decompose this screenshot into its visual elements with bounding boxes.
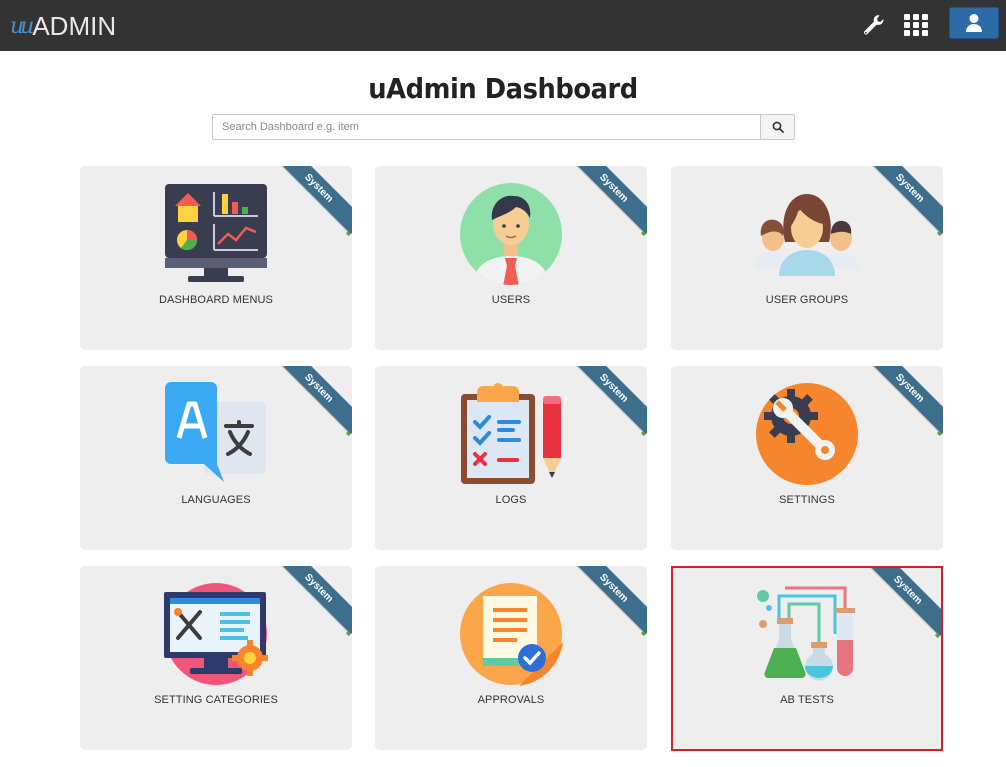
search-icon (772, 121, 784, 133)
dashboard-monitor-icon (165, 184, 267, 282)
system-ribbon: System (273, 566, 352, 634)
system-ribbon: System (864, 366, 943, 434)
card-settings[interactable]: System SETTINGS (671, 366, 943, 550)
card-label: USER GROUPS (765, 294, 849, 306)
card-dashboard-menus[interactable]: System DASHBOARD MENUS (80, 166, 352, 350)
user-group-icon (755, 194, 859, 276)
system-ribbon: System (862, 568, 941, 636)
system-ribbon: System (864, 166, 943, 234)
top-navbar: uu ADMIN (0, 0, 1006, 51)
system-ribbon: System (568, 366, 647, 434)
approval-document-icon (460, 583, 563, 686)
card-label: AB TESTS (780, 694, 834, 706)
grid-icon[interactable] (903, 13, 929, 37)
system-ribbon: System (568, 166, 647, 234)
settings-gear-wrench-icon (756, 383, 858, 485)
system-ribbon: System (273, 166, 352, 234)
page-title: uAdmin Dashboard (368, 72, 638, 105)
card-languages[interactable]: System LANGUAGES (80, 366, 352, 550)
user-icon (966, 14, 982, 32)
wrench-icon[interactable] (860, 12, 886, 38)
card-label: SETTING CATEGORIES (154, 694, 278, 706)
card-label: SETTINGS (779, 494, 835, 506)
card-label: LANGUAGES (181, 494, 251, 506)
search-button[interactable] (760, 114, 795, 140)
search-bar (212, 114, 795, 140)
card-logs[interactable]: System LOGS (375, 366, 647, 550)
card-setting-categories[interactable]: System SETTING CATEGORIES (80, 566, 352, 750)
card-ab-tests[interactable]: System AB TESTS (671, 566, 943, 751)
card-user-groups[interactable]: System USER GROUPS (671, 166, 943, 350)
user-avatar-icon (460, 183, 562, 285)
brand-logo[interactable]: uu ADMIN (10, 9, 116, 39)
search-input[interactable] (212, 114, 760, 140)
brand-name: ADMIN (32, 11, 117, 41)
setting-categories-monitor-icon (164, 583, 268, 685)
card-label: LOGS (495, 494, 527, 506)
clipboard-log-icon (461, 383, 561, 484)
language-translate-icon (165, 382, 266, 482)
card-approvals[interactable]: System APPROVALS (375, 566, 647, 750)
lab-flask-icon (757, 586, 855, 681)
system-ribbon: System (568, 566, 647, 634)
card-label: APPROVALS (477, 694, 545, 706)
card-label: DASHBOARD MENUS (159, 294, 273, 306)
card-label: USERS (491, 294, 531, 306)
card-users[interactable]: System USERS (375, 166, 647, 350)
system-ribbon: System (273, 366, 352, 434)
user-menu-button[interactable] (949, 7, 999, 39)
